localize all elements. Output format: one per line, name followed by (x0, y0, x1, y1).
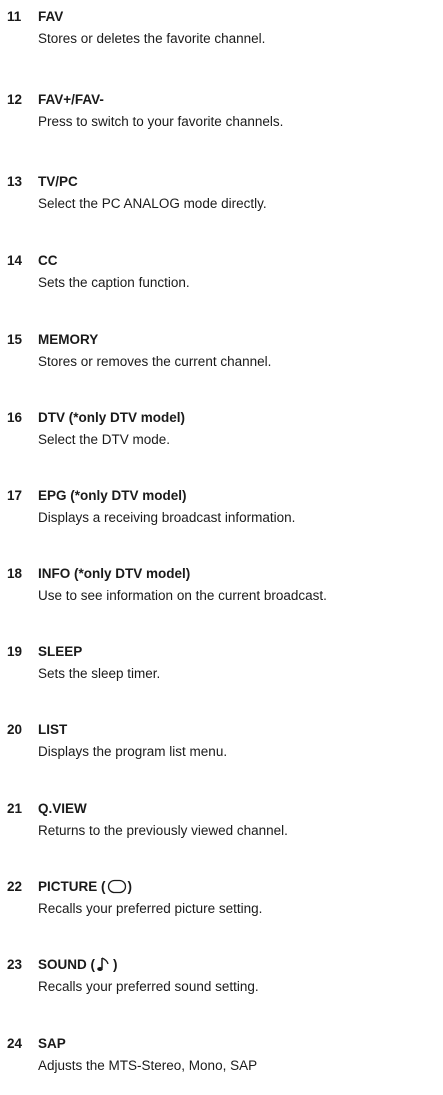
item-title: CC (38, 253, 58, 268)
list-item-tv-pc: 13 TV/PC Select the PC ANALOG mode direc… (7, 173, 443, 211)
item-title: SAP (38, 1036, 66, 1051)
item-title-close: ) (113, 957, 118, 972)
item-title-text: SOUND ( (38, 957, 95, 972)
list-item-epg: 17 EPG (*only DTV model) Displays a rece… (7, 487, 443, 525)
item-title-text: PICTURE ( (38, 879, 106, 894)
item-title: PICTURE ( ) (38, 879, 132, 894)
item-title: LIST (38, 722, 68, 737)
item-number: 21 (7, 801, 23, 816)
item-number: 20 (7, 722, 23, 737)
item-number: 13 (7, 174, 23, 189)
list-item-list: 20 LIST Displays the program list menu. (7, 721, 443, 759)
item-number: 23 (7, 957, 23, 972)
list-item-sleep: 19 SLEEP Sets the sleep timer. (7, 643, 443, 681)
list-item-sap: 24 SAP Adjusts the MTS-Stereo, Mono, SAP (7, 1035, 443, 1073)
item-description: Select the PC ANALOG mode directly. (38, 196, 267, 211)
item-title: DTV (*only DTV model) (38, 410, 186, 425)
item-title: FAV+/FAV- (38, 92, 104, 107)
item-number: 17 (7, 488, 23, 503)
item-description: Use to see information on the current br… (38, 588, 327, 603)
item-description: Stores or deletes the favorite channel. (38, 31, 266, 46)
list-item-info: 18 INFO (*only DTV model) Use to see inf… (7, 565, 443, 603)
item-description: Sets the caption function. (38, 275, 190, 290)
item-title: INFO (*only DTV model) (38, 566, 191, 581)
item-number: 12 (7, 92, 23, 107)
item-description: Press to switch to your favorite channel… (38, 114, 284, 129)
item-title: Q.VIEW (38, 801, 87, 816)
item-number: 14 (7, 253, 23, 268)
list-item-fav-plus-minus: 12 FAV+/FAV- Press to switch to your fav… (7, 91, 443, 129)
item-title: SLEEP (38, 644, 83, 659)
item-number: 18 (7, 566, 23, 581)
music-note-icon (96, 956, 112, 973)
item-title: TV/PC (38, 174, 78, 189)
item-number: 15 (7, 332, 23, 347)
item-number: 19 (7, 644, 23, 659)
item-description: Recalls your preferred picture setting. (38, 901, 263, 916)
list-item-cc: 14 CC Sets the caption function. (7, 252, 443, 290)
item-title: EPG (*only DTV model) (38, 488, 187, 503)
item-description: Displays a receiving broadcast informati… (38, 510, 296, 525)
list-item-dtv: 16 DTV (*only DTV model) Select the DTV … (7, 409, 443, 447)
item-description: Sets the sleep timer. (38, 666, 161, 681)
item-description: Recalls your preferred sound setting. (38, 979, 259, 994)
list-item-memory: 15 MEMORY Stores or removes the current … (7, 331, 443, 369)
item-title: SOUND ( ) (38, 956, 118, 973)
item-title: MEMORY (38, 332, 99, 347)
item-description: Returns to the previously viewed channel… (38, 823, 288, 838)
item-description: Select the DTV mode. (38, 432, 171, 447)
item-title: FAV (38, 9, 64, 24)
item-description: Stores or removes the current channel. (38, 354, 272, 369)
picture-icon (107, 879, 127, 894)
list-item-fav: 11 FAV Stores or deletes the favorite ch… (7, 8, 443, 46)
item-description: Adjusts the MTS-Stereo, Mono, SAP (38, 1058, 258, 1073)
list-item-q-view: 21 Q.VIEW Returns to the previously view… (7, 800, 443, 838)
list-item-sound: 23 SOUND ( ) Recalls your preferred soun… (7, 956, 443, 994)
list-item-picture: 22 PICTURE ( ) Recalls your preferred pi… (7, 878, 443, 916)
item-number: 24 (7, 1036, 23, 1051)
item-title-close: ) (127, 879, 133, 894)
item-number: 22 (7, 879, 23, 894)
item-number: 16 (7, 410, 23, 425)
item-number: 11 (7, 9, 22, 24)
item-description: Displays the program list menu. (38, 744, 228, 759)
